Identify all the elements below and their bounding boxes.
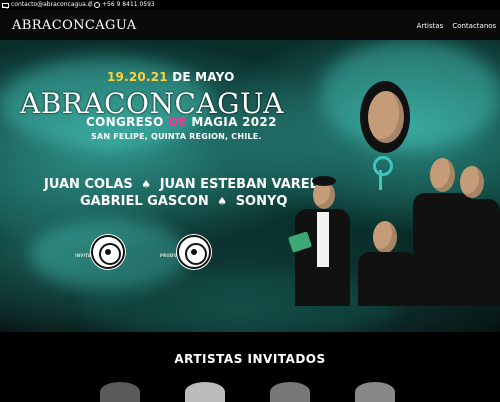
subtitle-suffix: MAGIA 2022 xyxy=(191,115,277,129)
artist-thumbnail[interactable] xyxy=(185,382,225,402)
magician-cast-image xyxy=(288,76,500,306)
contact-email-text: contacto@abraconcagua.cl xyxy=(11,1,93,8)
site-logo[interactable]: ABRACONCAGUA xyxy=(12,18,137,33)
sponsor-label-invita: INVITA xyxy=(75,253,92,258)
invita-logo xyxy=(91,235,125,269)
main-menu: Artistas Contactanos A xyxy=(417,22,500,30)
subtitle-highlight: DE xyxy=(168,115,187,129)
event-date-month: DE MAYO xyxy=(172,70,235,84)
artist-sonyq: SONYQ xyxy=(235,194,288,209)
event-location: SAN FELIPE, QUINTA REGION, CHILE. xyxy=(91,132,262,141)
face-shape xyxy=(460,166,484,198)
menu-item-artistas[interactable]: Artistas xyxy=(417,22,444,30)
suit-shape xyxy=(358,252,418,306)
event-date: 19.20.21 DE MAYO xyxy=(107,70,235,84)
artist-gabriel-gascon: GABRIEL GASCON xyxy=(80,194,209,209)
key-icon xyxy=(373,156,393,176)
lineup-row-1: JUAN COLAS ♠ JUAN ESTEBAN VARELA xyxy=(44,176,328,193)
featured-title: ARTISTAS INVITADOS xyxy=(174,352,326,366)
menu-item-contactanos[interactable]: Contactanos xyxy=(452,22,496,30)
contact-separator: | xyxy=(89,1,92,8)
face-shape xyxy=(430,158,455,192)
contact-email[interactable]: contacto@abraconcagua.cl xyxy=(2,0,93,10)
main-navbar: ABRACONCAGUA Artistas Contactanos A xyxy=(0,10,500,40)
artist-thumbnail[interactable] xyxy=(270,382,310,402)
artist-thumbnail[interactable] xyxy=(355,382,395,402)
artist-lineup: JUAN COLAS ♠ JUAN ESTEBAN VARELA GABRIEL… xyxy=(44,176,328,210)
whatsapp-icon xyxy=(94,2,100,8)
shirt-shape xyxy=(317,212,329,267)
event-date-days: 19.20.21 xyxy=(107,70,168,84)
spade-icon: ♠ xyxy=(141,178,152,191)
contact-phone[interactable]: +56 9 8411 0593 xyxy=(94,0,155,10)
face-shape xyxy=(373,221,397,253)
featured-artists-section: ARTISTAS INVITADOS xyxy=(0,332,500,402)
event-subtitle: CONGRESO DE MAGIA 2022 xyxy=(86,115,277,129)
face-shape xyxy=(368,91,404,143)
top-contact-bar: contacto@abraconcagua.cl | +56 9 8411 05… xyxy=(0,0,500,10)
artist-thumbnail[interactable] xyxy=(100,382,140,402)
spade-icon: ♠ xyxy=(217,195,228,208)
event-hero: 19.20.21 DE MAYO ABRACONCAGUA CONGRESO D… xyxy=(0,40,500,332)
lineup-row-2: GABRIEL GASCON ♠ SONYQ xyxy=(44,193,328,210)
produce-logo xyxy=(177,235,211,269)
key-stem xyxy=(379,170,382,190)
hair-shape xyxy=(312,176,336,186)
artist-juan-colas: JUAN COLAS xyxy=(44,177,133,192)
mail-icon xyxy=(2,2,9,8)
suit-shape xyxy=(445,199,500,306)
contact-phone-text: +56 9 8411 0593 xyxy=(102,1,155,8)
subtitle-prefix: CONGRESO xyxy=(86,115,164,129)
